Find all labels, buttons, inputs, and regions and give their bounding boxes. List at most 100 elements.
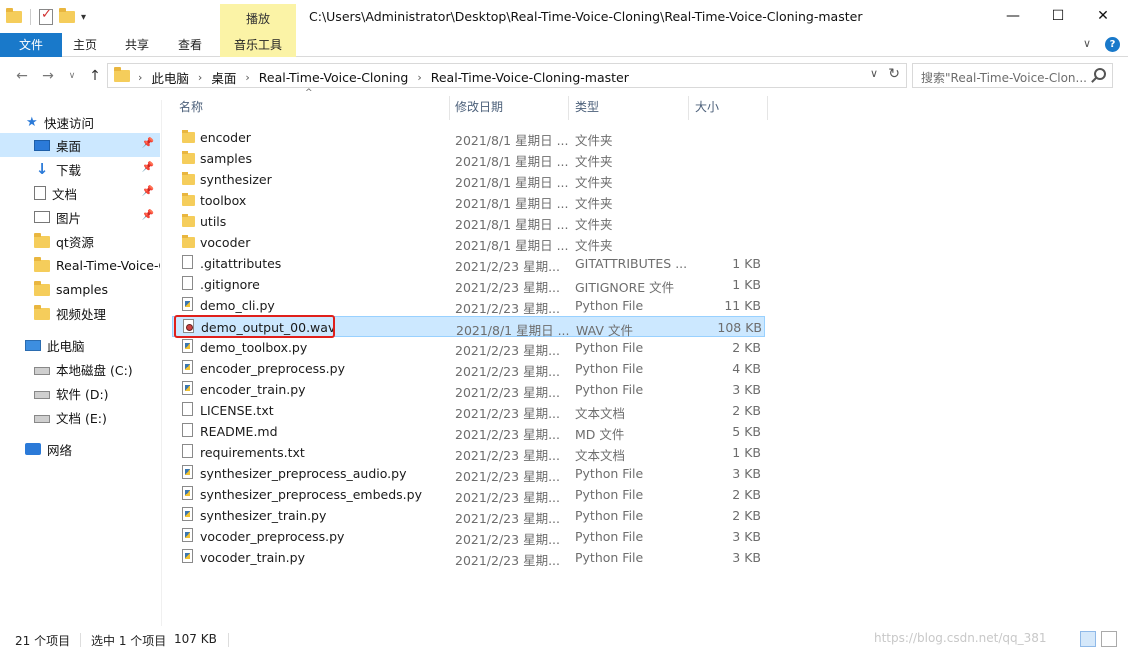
download-icon: ↓ <box>35 160 49 178</box>
file-date: 2021/2/23 星期... <box>455 511 560 526</box>
file-row[interactable]: vocoder 2021/8/1 星期日 ... 文件夹 <box>172 232 765 253</box>
file-type: Python File <box>575 298 644 313</box>
file-date: 2021/2/23 星期... <box>455 490 560 505</box>
file-row[interactable]: utils 2021/8/1 星期日 ... 文件夹 <box>172 211 765 232</box>
column-date[interactable]: 修改日期 <box>455 96 567 121</box>
file-row[interactable]: samples 2021/8/1 星期日 ... 文件夹 <box>172 148 765 169</box>
close-button[interactable]: ✕ <box>1080 0 1126 32</box>
file-row[interactable]: toolbox 2021/8/1 星期日 ... 文件夹 <box>172 190 765 211</box>
sidebar-drive-e[interactable]: 文档 (E:) <box>0 405 160 429</box>
file-row[interactable]: requirements.txt 2021/2/23 星期... 文本文档 1 KB <box>172 442 765 463</box>
minimize-button[interactable]: — <box>990 0 1036 32</box>
drive-icon <box>34 415 50 423</box>
sidebar-item-samples[interactable]: samples <box>0 277 160 301</box>
address-dropdown-icon[interactable]: ∨ <box>870 67 878 80</box>
file-row[interactable]: LICENSE.txt 2021/2/23 星期... 文本文档 2 KB <box>172 400 765 421</box>
file-row[interactable]: vocoder_train.py 2021/2/23 星期... Python Fi… <box>172 547 765 568</box>
breadcrumb-desktop[interactable]: 桌面 <box>211 68 236 87</box>
file-row[interactable]: synthesizer 2021/8/1 星期日 ... 文件夹 <box>172 169 765 190</box>
customize-toolbar-icon[interactable]: ▾ <box>81 12 86 23</box>
file-date: 2021/8/1 星期日 ... <box>455 196 569 211</box>
details-view-icon[interactable] <box>1080 631 1096 647</box>
navigation-bar: ← → ∨ ↑ › 此电脑 › 桌面 › Real-Time-Voice-Clo… <box>0 62 1128 90</box>
sidebar-quick-access[interactable]: ★ 快速访问 <box>26 110 186 134</box>
pin-icon[interactable]: 📌 <box>142 138 154 149</box>
breadcrumb-this-pc[interactable]: 此电脑 <box>151 68 189 87</box>
file-row[interactable]: encoder 2021/8/1 星期日 ... 文件夹 <box>172 127 765 148</box>
tab-music-tools[interactable]: 音乐工具 <box>220 33 296 57</box>
sidebar-item-documents[interactable]: 文档 📌 <box>0 181 160 205</box>
file-row[interactable]: demo_toolbox.py 2021/2/23 星期... Python Fil… <box>172 337 765 358</box>
tab-view[interactable]: 查看 <box>167 33 213 57</box>
sidebar-item-pictures[interactable]: 图片 📌 <box>0 205 160 229</box>
file-row[interactable]: synthesizer_train.py 2021/2/23 星期... Pytho… <box>172 505 765 526</box>
selection-count: 选中 1 个项目 <box>91 634 167 648</box>
file-type: 文件夹 <box>575 133 613 148</box>
pin-icon[interactable]: 📌 <box>142 162 154 173</box>
file-type: GITIGNORE 文件 <box>575 280 675 295</box>
file-size: 4 KB <box>732 361 761 376</box>
column-type[interactable]: 类型 <box>575 96 687 121</box>
forward-button[interactable]: → <box>38 66 58 86</box>
file-size: 2 KB <box>732 487 761 502</box>
sidebar-item-real-time-voice[interactable]: Real-Time-Voice-C <box>0 253 160 277</box>
search-icon[interactable] <box>1094 68 1106 80</box>
sidebar-item-video[interactable]: 视频处理 <box>0 301 160 325</box>
file-row[interactable]: encoder_preprocess.py 2021/2/23 星期... Pyth… <box>172 358 765 379</box>
file-row[interactable]: encoder_train.py 2021/2/23 星期... Python Fi… <box>172 379 765 400</box>
file-row[interactable]: README.md 2021/2/23 星期... MD 文件 5 KB <box>172 421 765 442</box>
breadcrumb-project[interactable]: Real-Time-Voice-Cloning <box>259 70 409 85</box>
file-size: 3 KB <box>732 466 761 481</box>
tab-file[interactable]: 文件 <box>0 33 62 57</box>
expand-ribbon-icon[interactable]: ∨ <box>1083 37 1091 52</box>
file-row[interactable]: .gitattributes 2021/2/23 星期... GITATTRIBUT… <box>172 253 765 274</box>
file-date: 2021/8/1 星期日 ... <box>455 175 569 190</box>
file-type: Python File <box>575 382 644 397</box>
file-date: 2021/8/1 星期日 ... <box>455 217 569 232</box>
file-type: MD 文件 <box>575 427 625 442</box>
refresh-icon[interactable]: ↻ <box>888 66 900 82</box>
sidebar-drive-c[interactable]: 本地磁盘 (C:) <box>0 357 160 381</box>
file-type: Python File <box>575 340 644 355</box>
recent-locations-button[interactable]: ∨ <box>62 66 82 86</box>
large-icons-view-icon[interactable] <box>1101 631 1117 647</box>
search-input[interactable]: 搜索"Real-Time-Voice-Clon... <box>912 63 1113 88</box>
sidebar-item-downloads[interactable]: ↓ 下载 📌 <box>0 157 160 181</box>
back-button[interactable]: ← <box>12 66 32 86</box>
file-date: 2021/2/23 星期... <box>455 364 560 379</box>
sidebar-item-desktop[interactable]: 桌面 📌 <box>0 133 160 157</box>
sidebar-drive-d[interactable]: 软件 (D:) <box>0 381 160 405</box>
file-row[interactable]: synthesizer_preprocess_embeds.py 2021/2/2… <box>172 484 765 505</box>
file-date: 2021/2/23 星期... <box>455 553 560 568</box>
tab-share[interactable]: 共享 <box>114 33 160 57</box>
file-row[interactable]: demo_cli.py 2021/2/23 星期... Python File 11 … <box>172 295 765 316</box>
pin-icon[interactable]: 📌 <box>142 210 154 221</box>
column-size[interactable]: 大小 <box>695 96 765 121</box>
file-row[interactable]: .gitignore 2021/2/23 星期... GITIGNORE 文件 1 K… <box>172 274 765 295</box>
file-name: README.md <box>200 424 278 439</box>
column-name[interactable]: 名称 <box>179 96 449 121</box>
breadcrumb-master[interactable]: Real-Time-Voice-Cloning-master <box>431 70 629 85</box>
ribbon-tabs: 文件 主页 共享 查看 音乐工具 ∨ ? <box>0 33 1128 57</box>
help-icon[interactable]: ? <box>1105 37 1120 52</box>
tab-home[interactable]: 主页 <box>62 33 108 57</box>
file-row[interactable]: vocoder_preprocess.py 2021/2/23 星期... Pyth… <box>172 526 765 547</box>
file-name: requirements.txt <box>200 445 305 460</box>
maximize-button[interactable]: ☐ <box>1035 0 1081 32</box>
sidebar-network[interactable]: 网络 <box>0 437 160 461</box>
up-button[interactable]: ↑ <box>85 66 105 86</box>
sidebar-item-qt[interactable]: qt资源 <box>0 229 160 253</box>
file-date: 2021/2/23 星期... <box>455 385 560 400</box>
file-type: Python File <box>575 550 644 565</box>
new-folder-icon[interactable] <box>59 8 75 23</box>
file-date: 2021/2/23 星期... <box>455 532 560 547</box>
address-bar[interactable]: › 此电脑 › 桌面 › Real-Time-Voice-Cloning › R… <box>107 63 907 88</box>
quick-access-toolbar: ▾ <box>6 6 86 28</box>
file-name: synthesizer <box>200 172 272 187</box>
file-row[interactable]: synthesizer_preprocess_audio.py 2021/2/23… <box>172 463 765 484</box>
windows-drive-icon <box>34 367 50 375</box>
properties-icon[interactable] <box>39 7 53 25</box>
sidebar-this-pc[interactable]: 此电脑 <box>0 333 160 357</box>
file-size: 3 KB <box>732 550 761 565</box>
pin-icon[interactable]: 📌 <box>142 186 154 197</box>
